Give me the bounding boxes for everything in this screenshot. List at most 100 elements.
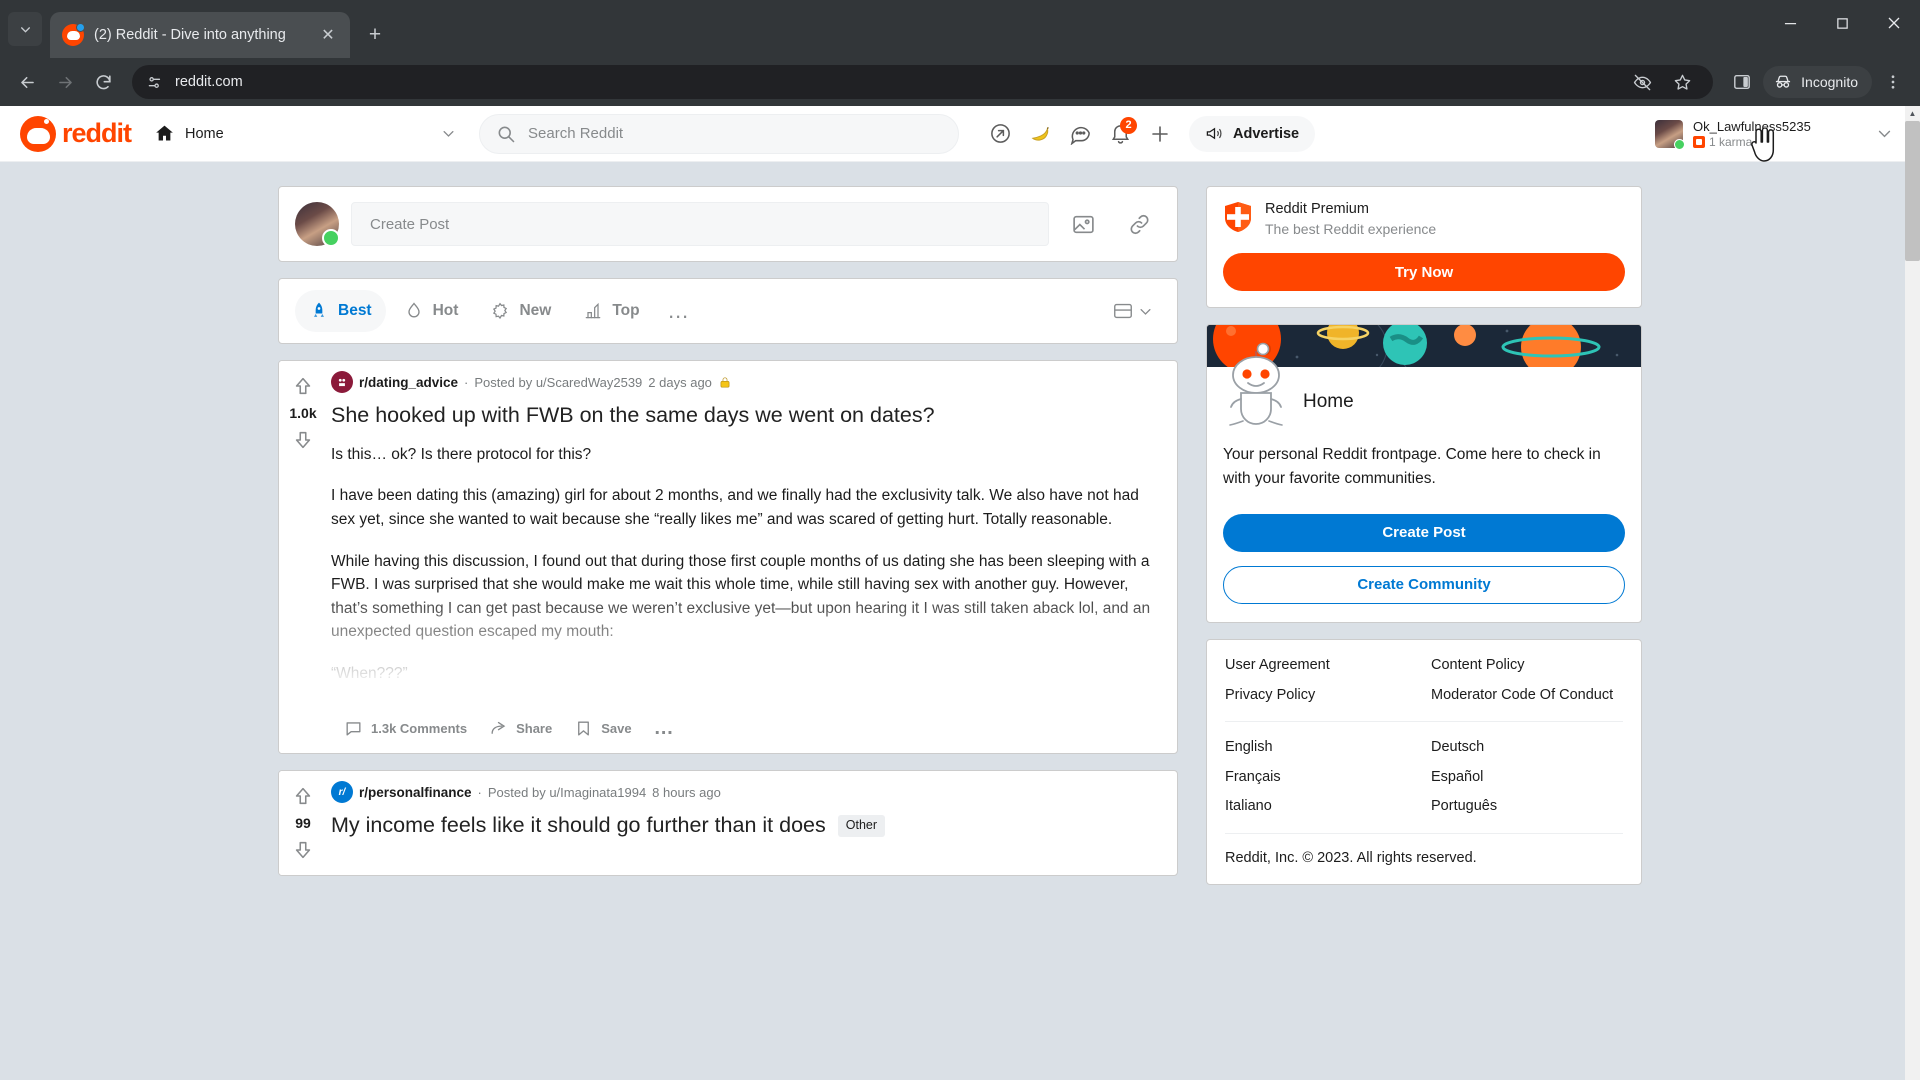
comments-button[interactable]: 1.3k Comments <box>335 711 476 745</box>
incognito-indicator[interactable]: Incognito <box>1763 66 1872 98</box>
three-dot-menu-icon[interactable] <box>1876 65 1910 99</box>
address-bar[interactable]: reddit.com <box>132 65 1714 99</box>
footer-divider <box>1225 721 1623 723</box>
language-espanol[interactable]: Español <box>1431 768 1623 788</box>
subreddit-link[interactable]: r/personalfinance <box>359 785 472 800</box>
popular-icon[interactable] <box>981 115 1019 153</box>
post-body-text: Is this… ok? Is there protocol for this?… <box>331 443 1167 704</box>
footer-link-user-agreement[interactable]: User Agreement <box>1225 656 1417 676</box>
language-portugues[interactable]: Português <box>1431 797 1623 817</box>
post-action-bar: 1.3k Comments Share Save … <box>331 703 1167 753</box>
page-scrollbar[interactable]: ▲ <box>1905 106 1920 1080</box>
create-post-plus-icon[interactable] <box>1141 115 1179 153</box>
side-panel-icon[interactable] <box>1725 65 1759 99</box>
footer-links: User Agreement Content Policy Privacy Po… <box>1225 656 1623 705</box>
post-content: r/dating_advice · Posted by u/ScaredWay2… <box>327 361 1177 753</box>
minimize-icon[interactable] <box>1764 0 1816 46</box>
search-input[interactable] <box>528 125 943 142</box>
home-dropdown[interactable]: Home <box>145 114 465 154</box>
star-icon[interactable] <box>1665 65 1699 99</box>
sort-tab-top[interactable]: Top <box>569 290 653 332</box>
subreddit-link[interactable]: r/dating_advice <box>359 375 458 390</box>
sort-tab-new[interactable]: New <box>476 290 565 332</box>
home-card: Home Your personal Reddit frontpage. Com… <box>1206 324 1642 623</box>
language-italiano[interactable]: Italiano <box>1225 797 1417 817</box>
post-title-text: She hooked up with FWB on the same days … <box>331 403 935 427</box>
save-button[interactable]: Save <box>565 711 640 745</box>
incognito-hat-icon <box>1773 72 1793 92</box>
post-flair[interactable]: Other <box>837 814 886 837</box>
browser-tab[interactable]: (2) Reddit - Dive into anything ✕ <box>50 12 350 58</box>
create-community-button[interactable]: Create Community <box>1223 565 1625 604</box>
reload-icon[interactable] <box>86 65 120 99</box>
bookmark-icon <box>574 719 593 738</box>
megaphone-icon <box>1205 124 1224 143</box>
vote-count: 99 <box>295 815 311 832</box>
feed-column: Create Post Best Hot New Top … 1.0k r/da… <box>278 186 1178 1080</box>
footer-link-privacy-policy[interactable]: Privacy Policy <box>1225 686 1417 706</box>
eye-off-icon[interactable] <box>1625 65 1659 99</box>
reddit-logo[interactable]: reddit <box>20 115 132 152</box>
reddit-favicon <box>62 23 85 46</box>
reddit-page: reddit Home Search Reddit 2 Advertise Ok… <box>0 106 1920 1080</box>
post-card[interactable]: 99 r/ r/personalfinance · Posted by u/Im… <box>278 770 1178 877</box>
upvote-arrow-icon[interactable] <box>288 781 318 811</box>
user-menu-button[interactable]: Ok_Lawfulness5235 1 karma <box>1650 114 1900 154</box>
post-title[interactable]: She hooked up with FWB on the same days … <box>331 402 1167 429</box>
new-tab-button[interactable]: + <box>358 18 392 52</box>
language-francais[interactable]: Français <box>1225 768 1417 788</box>
post-more-button[interactable]: … <box>645 711 684 745</box>
upvote-arrow-icon[interactable] <box>288 371 318 401</box>
downvote-arrow-icon[interactable] <box>288 835 318 865</box>
language-deutsch[interactable]: Deutsch <box>1431 738 1623 758</box>
chat-icon[interactable] <box>1061 115 1099 153</box>
footer-card: User Agreement Content Policy Privacy Po… <box>1206 638 1642 885</box>
premium-card: Reddit Premium The best Reddit experienc… <box>1206 186 1642 308</box>
posted-by: Posted by u/Imaginata1994 <box>487 784 647 800</box>
close-icon[interactable]: ✕ <box>318 25 338 45</box>
sidebar-column: Reddit Premium The best Reddit experienc… <box>1206 186 1642 1080</box>
footer-link-moderator-code[interactable]: Moderator Code Of Conduct <box>1431 686 1623 706</box>
meta-separator: · <box>477 784 482 800</box>
try-now-button[interactable]: Try Now <box>1223 253 1625 291</box>
sort-more-button[interactable]: … <box>658 290 700 332</box>
chevron-down-icon <box>1138 304 1153 319</box>
tab-search-button[interactable] <box>8 12 42 46</box>
back-arrow-icon[interactable] <box>10 65 44 99</box>
view-layout-button[interactable] <box>1104 290 1161 332</box>
create-post-input[interactable]: Create Post <box>351 202 1049 246</box>
premium-subtitle: The best Reddit experience <box>1265 221 1437 237</box>
snoo-mascot-icon <box>1223 341 1289 427</box>
avatar[interactable] <box>295 202 340 247</box>
scrollbar-thumb[interactable] <box>1905 121 1920 261</box>
sort-tab-hot[interactable]: Hot <box>390 290 473 332</box>
language-english[interactable]: English <box>1225 738 1417 758</box>
post-age: 2 days ago <box>648 374 712 390</box>
footer-link-content-policy[interactable]: Content Policy <box>1431 656 1623 676</box>
link-icon[interactable] <box>1117 202 1161 246</box>
footer-languages: English Deutsch Français Español Italian… <box>1225 738 1623 817</box>
lock-icon <box>718 375 732 390</box>
create-post-button[interactable]: Create Post <box>1223 513 1625 552</box>
sort-tab-best[interactable]: Best <box>295 290 386 332</box>
close-icon[interactable] <box>1868 0 1920 46</box>
search-bar[interactable] <box>479 113 960 154</box>
post-paragraph: “When???” <box>331 664 408 682</box>
post-title[interactable]: My income feels like it should go furthe… <box>331 812 1167 839</box>
chevron-down-icon <box>441 126 456 141</box>
downvote-arrow-icon[interactable] <box>288 425 318 455</box>
share-button[interactable]: Share <box>480 711 561 745</box>
home-card-title: Home <box>1303 391 1354 412</box>
post-meta: r/ r/personalfinance · Posted by u/Imagi… <box>331 781 1167 804</box>
banana-icon[interactable] <box>1021 115 1059 153</box>
scroll-up-arrow[interactable]: ▲ <box>1905 106 1920 121</box>
maximize-icon[interactable] <box>1816 0 1868 46</box>
vote-count: 1.0k <box>289 405 317 421</box>
notifications-icon[interactable]: 2 <box>1101 115 1139 153</box>
footer-copyright: Reddit, Inc. © 2023. All rights reserved… <box>1225 849 1477 866</box>
site-settings-icon[interactable] <box>146 74 163 91</box>
post-paragraph: Is this… ok? Is there protocol for this? <box>331 445 592 463</box>
advertise-button[interactable]: Advertise <box>1189 115 1316 152</box>
post-card[interactable]: 1.0k r/dating_advice · Posted by u/Scare… <box>278 360 1178 755</box>
image-icon[interactable] <box>1061 202 1105 246</box>
